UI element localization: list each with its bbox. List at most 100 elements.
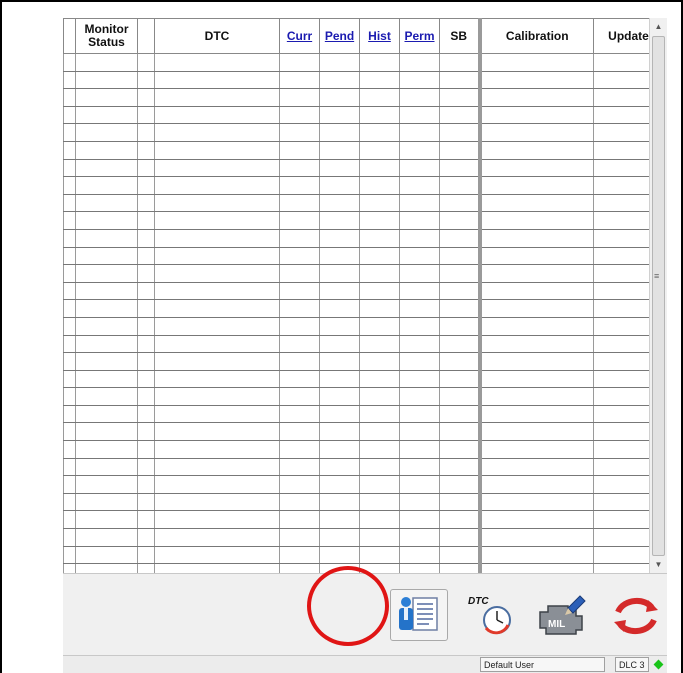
cell-monitor-status[interactable] bbox=[75, 211, 138, 230]
cell-monitor-status[interactable] bbox=[75, 422, 138, 442]
row-header-cell[interactable] bbox=[63, 422, 76, 442]
cell-monitor-status[interactable] bbox=[75, 140, 138, 160]
row-header-cell[interactable] bbox=[63, 228, 76, 248]
cell-dtc[interactable] bbox=[154, 387, 280, 406]
cell-sb[interactable] bbox=[439, 475, 480, 494]
cell-monitor-status[interactable] bbox=[75, 299, 138, 318]
cell-hist[interactable] bbox=[359, 316, 400, 336]
cell-hist[interactable] bbox=[359, 158, 400, 178]
cell-dtc[interactable] bbox=[154, 123, 280, 142]
cell-dtc[interactable] bbox=[154, 545, 280, 565]
cell-calibration[interactable] bbox=[477, 193, 594, 213]
cell-dtc[interactable] bbox=[154, 53, 280, 72]
table-row[interactable] bbox=[63, 369, 664, 389]
cell-dtc[interactable] bbox=[154, 316, 280, 336]
cell-calibration[interactable] bbox=[477, 246, 594, 266]
cell-curr[interactable] bbox=[279, 334, 320, 354]
cell-hist[interactable] bbox=[359, 176, 400, 195]
cell-monitor-status[interactable] bbox=[75, 510, 138, 530]
cell-hist[interactable] bbox=[359, 387, 400, 406]
cell-dtc[interactable] bbox=[154, 352, 280, 371]
table-row[interactable] bbox=[63, 158, 664, 178]
cell-sb[interactable] bbox=[439, 299, 480, 318]
cell-perm[interactable] bbox=[399, 545, 440, 565]
cell-dtc[interactable] bbox=[154, 334, 280, 354]
cell-perm[interactable] bbox=[399, 264, 440, 283]
cell-calibration[interactable] bbox=[477, 123, 594, 142]
cell-pend[interactable] bbox=[319, 123, 360, 142]
cell-pend[interactable] bbox=[319, 528, 360, 547]
cell-monitor-status[interactable] bbox=[75, 246, 138, 266]
cell-curr[interactable] bbox=[279, 475, 320, 494]
cell-calibration[interactable] bbox=[477, 422, 594, 442]
cell-dtc[interactable] bbox=[154, 299, 280, 318]
cell-hist[interactable] bbox=[359, 440, 400, 459]
cell-curr[interactable] bbox=[279, 281, 320, 301]
cell-hist[interactable] bbox=[359, 299, 400, 318]
cell-monitor-status[interactable] bbox=[75, 158, 138, 178]
cell-perm[interactable] bbox=[399, 105, 440, 125]
cell-monitor-status[interactable] bbox=[75, 545, 138, 565]
cell-pend[interactable] bbox=[319, 193, 360, 213]
cell-dtc[interactable] bbox=[154, 404, 280, 424]
cell-blank[interactable] bbox=[137, 422, 155, 442]
cell-curr[interactable] bbox=[279, 70, 320, 90]
cell-calibration[interactable] bbox=[477, 140, 594, 160]
cell-curr[interactable] bbox=[279, 510, 320, 530]
table-row[interactable] bbox=[63, 352, 664, 371]
cell-hist[interactable] bbox=[359, 475, 400, 494]
cell-dtc[interactable] bbox=[154, 492, 280, 512]
table-row[interactable] bbox=[63, 528, 664, 547]
cell-dtc[interactable] bbox=[154, 528, 280, 547]
row-header-cell[interactable] bbox=[63, 140, 76, 160]
cell-dtc[interactable] bbox=[154, 440, 280, 459]
dtc-clear-button[interactable]: DTC bbox=[463, 589, 521, 641]
cell-perm[interactable] bbox=[399, 193, 440, 213]
cell-monitor-status[interactable] bbox=[75, 70, 138, 90]
cell-curr[interactable] bbox=[279, 140, 320, 160]
cell-sb[interactable] bbox=[439, 211, 480, 230]
cell-dtc[interactable] bbox=[154, 422, 280, 442]
scroll-down-arrow-icon[interactable]: ▼ bbox=[650, 556, 667, 573]
cell-calibration[interactable] bbox=[477, 70, 594, 90]
cell-calibration[interactable] bbox=[477, 264, 594, 283]
cell-hist[interactable] bbox=[359, 88, 400, 107]
cell-dtc[interactable] bbox=[154, 246, 280, 266]
table-row[interactable] bbox=[63, 404, 664, 424]
table-row[interactable] bbox=[63, 211, 664, 230]
cell-sb[interactable] bbox=[439, 422, 480, 442]
cell-monitor-status[interactable] bbox=[75, 53, 138, 72]
cell-pend[interactable] bbox=[319, 492, 360, 512]
table-row[interactable] bbox=[63, 299, 664, 318]
cell-pend[interactable] bbox=[319, 457, 360, 477]
cell-pend[interactable] bbox=[319, 88, 360, 107]
cell-curr[interactable] bbox=[279, 404, 320, 424]
cell-blank[interactable] bbox=[137, 299, 155, 318]
cell-calibration[interactable] bbox=[477, 475, 594, 494]
cell-curr[interactable] bbox=[279, 440, 320, 459]
cell-sb[interactable] bbox=[439, 528, 480, 547]
cell-blank[interactable] bbox=[137, 492, 155, 512]
cell-blank[interactable] bbox=[137, 176, 155, 195]
cell-curr[interactable] bbox=[279, 193, 320, 213]
row-header-cell[interactable] bbox=[63, 316, 76, 336]
cell-perm[interactable] bbox=[399, 475, 440, 494]
cell-pend[interactable] bbox=[319, 475, 360, 494]
cell-hist[interactable] bbox=[359, 492, 400, 512]
cell-calibration[interactable] bbox=[477, 387, 594, 406]
cell-monitor-status[interactable] bbox=[75, 281, 138, 301]
cell-curr[interactable] bbox=[279, 422, 320, 442]
cell-curr[interactable] bbox=[279, 105, 320, 125]
cell-hist[interactable] bbox=[359, 228, 400, 248]
row-header-cell[interactable] bbox=[63, 404, 76, 424]
row-header-cell[interactable] bbox=[63, 246, 76, 266]
cell-blank[interactable] bbox=[137, 369, 155, 389]
cell-calibration[interactable] bbox=[477, 281, 594, 301]
cell-blank[interactable] bbox=[137, 246, 155, 266]
cell-pend[interactable] bbox=[319, 352, 360, 371]
cell-pend[interactable] bbox=[319, 510, 360, 530]
cell-blank[interactable] bbox=[137, 334, 155, 354]
cell-curr[interactable] bbox=[279, 176, 320, 195]
table-row[interactable] bbox=[63, 53, 664, 72]
row-header-cell[interactable] bbox=[63, 387, 76, 406]
